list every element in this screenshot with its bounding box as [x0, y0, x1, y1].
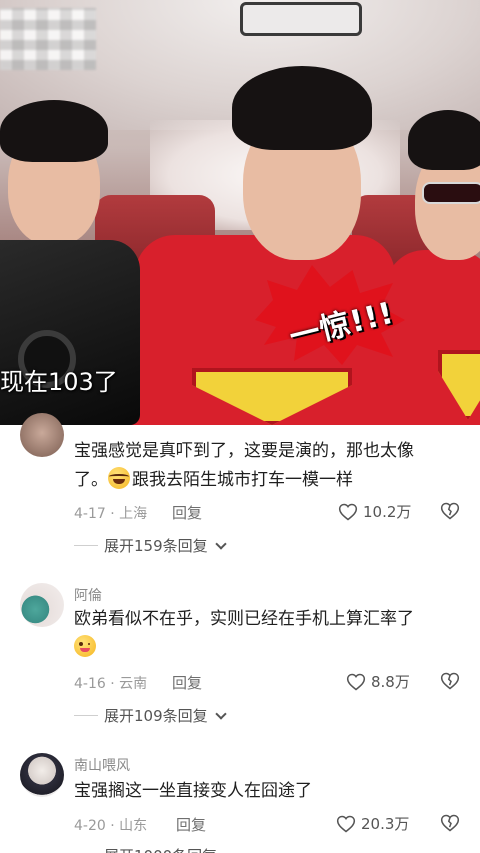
- reply-button[interactable]: 回复: [172, 502, 202, 523]
- video-subtitle: 现在103了: [0, 368, 118, 396]
- like-count: 20.3万: [361, 815, 410, 833]
- wink-emoji-icon: [74, 635, 96, 657]
- comment-date-location: 4-20 · 山东: [74, 818, 148, 834]
- dislike-button[interactable]: [440, 501, 460, 525]
- like-count: 10.2万: [363, 503, 412, 521]
- dome-light: [240, 2, 362, 36]
- avatar[interactable]: [20, 753, 64, 797]
- comment-list: 宝强感觉是真吓到了，这要是演的，那也太像 了。 跟我去陌生城市打车一模一样 4-1…: [0, 413, 480, 853]
- heart-icon: [338, 503, 358, 520]
- chevron-down-icon: [214, 537, 227, 550]
- comment-username[interactable]: 阿倫: [74, 585, 102, 605]
- chevron-down-icon: [214, 707, 227, 720]
- reply-button[interactable]: 回复: [176, 814, 206, 835]
- avatar[interactable]: [20, 413, 64, 457]
- divider: [74, 715, 98, 716]
- like-count: 8.8万: [371, 673, 410, 691]
- dislike-button[interactable]: [440, 671, 460, 695]
- expand-replies-button[interactable]: 展开109条回复: [74, 705, 227, 726]
- expand-replies-button[interactable]: 展开1000条回复: [74, 845, 217, 853]
- broken-heart-icon: [440, 502, 460, 520]
- dislike-button[interactable]: [440, 813, 460, 837]
- like-button[interactable]: 10.2万: [338, 501, 411, 522]
- laughing-crying-emoji-icon: [108, 467, 130, 489]
- video-camera: [0, 240, 140, 425]
- comment-username[interactable]: 南山喂风: [74, 755, 130, 775]
- divider: [74, 545, 98, 546]
- reply-button[interactable]: 回复: [172, 672, 202, 693]
- avatar[interactable]: [20, 583, 64, 627]
- mosaic-blur: [0, 8, 96, 70]
- heart-icon: [336, 815, 356, 832]
- like-button[interactable]: 8.8万: [346, 671, 410, 692]
- expand-replies-button[interactable]: 展开159条回复: [74, 535, 227, 556]
- comment-text: 欧弟看似不在乎，实则已经在手机上算汇率了: [74, 605, 464, 663]
- comment-date-location: 4-16 · 云南: [74, 676, 148, 692]
- comment-text: 宝强感觉是真吓到了，这要是演的，那也太像 了。 跟我去陌生城市打车一模一样: [74, 441, 414, 490]
- heart-icon: [346, 673, 366, 690]
- video-frame[interactable]: 一惊!!! 现在103了: [0, 0, 480, 425]
- like-button[interactable]: 20.3万: [336, 813, 409, 834]
- broken-heart-icon: [440, 814, 460, 832]
- broken-heart-icon: [440, 672, 460, 690]
- comment-text: 宝强搁这一坐直接变人在囧途了: [74, 781, 312, 801]
- comment-date-location: 4-17 · 上海: [74, 506, 148, 522]
